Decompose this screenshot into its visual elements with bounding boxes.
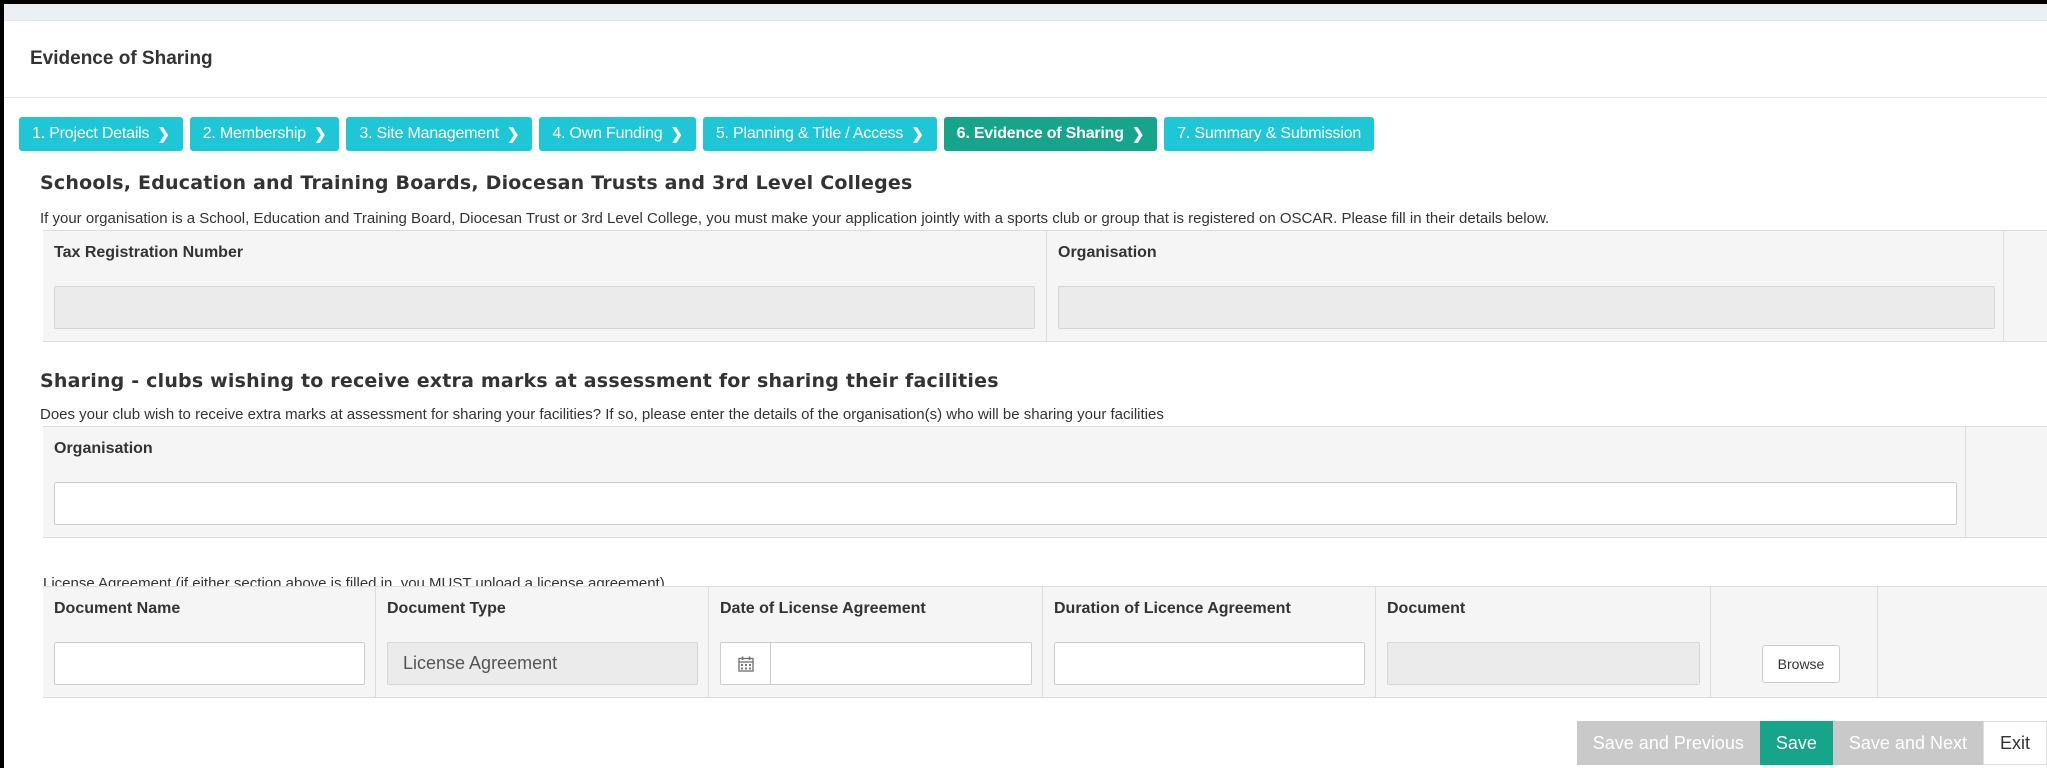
chevron-right-icon: ❯ (911, 126, 924, 143)
column-header: Document (1376, 587, 1711, 631)
save-and-next-button[interactable]: Save and Next (1832, 721, 1983, 765)
schools-organisation-field[interactable] (1058, 286, 1995, 329)
tab-label: 2. Membership (202, 125, 306, 142)
document-file-field (1387, 642, 1700, 685)
sharing-organisation-input[interactable] (54, 482, 1957, 525)
column-header: Organisation (1047, 231, 2004, 275)
column-header: Tax Registration Number (43, 231, 1047, 275)
tab-label: 4. Own Funding (552, 125, 663, 142)
calendar-icon[interactable] (720, 642, 771, 685)
tab-label: 3. Site Management (359, 125, 499, 142)
tax-registration-number-field[interactable] (54, 286, 1035, 329)
tab-label: 1. Project Details (32, 125, 150, 142)
column-header: Organisation (43, 427, 1966, 471)
schools-section-description: If your organisation is a School, Educat… (40, 210, 1550, 227)
tab-planning-title-access[interactable]: 5. Planning & Title / Access ❯ (702, 117, 937, 151)
tab-label: 5. Planning & Title / Access (715, 125, 904, 142)
license-date-input[interactable] (770, 642, 1032, 685)
tab-label: 7. Summary & Submission (1177, 125, 1362, 142)
sharing-section-title: Sharing - clubs wishing to receive extra… (40, 370, 999, 392)
sharing-table-header: Organisation (43, 426, 2047, 472)
exit-button[interactable]: Exit (1982, 721, 2047, 765)
schools-section-title: Schools, Education and Training Boards, … (40, 172, 913, 194)
tab-membership[interactable]: 2. Membership ❯ (189, 117, 340, 151)
save-and-previous-button[interactable]: Save and Previous (1576, 721, 1760, 765)
chevron-right-icon: ❯ (670, 126, 683, 143)
tab-site-management[interactable]: 3. Site Management ❯ (346, 117, 533, 151)
page-title: Evidence of Sharing (30, 48, 213, 69)
column-header: Document Name (43, 587, 376, 631)
page-header: Evidence of Sharing (4, 21, 2047, 98)
tab-label: 6. Evidence of Sharing (956, 125, 1124, 142)
tab-own-funding[interactable]: 4. Own Funding ❯ (539, 117, 696, 151)
sharing-section-description: Does your club wish to receive extra mar… (40, 406, 1164, 423)
column-header (1711, 587, 1878, 631)
column-header: Duration of Licence Agreement (1043, 587, 1376, 631)
tab-evidence-of-sharing[interactable]: 6. Evidence of Sharing ❯ (943, 117, 1158, 151)
tab-project-details[interactable]: 1. Project Details ❯ (19, 117, 183, 151)
column-header: Date of License Agreement (709, 587, 1043, 631)
document-type-field: License Agreement (387, 642, 698, 685)
license-table-header: Document Name Document Type Date of Lice… (43, 586, 2047, 632)
footer-button-bar: Save and Previous Save Save and Next Exi… (1576, 721, 2047, 765)
chevron-right-icon: ❯ (506, 126, 520, 143)
top-strip (4, 4, 2047, 21)
schools-table-header: Tax Registration Number Organisation (43, 230, 2047, 276)
wizard-tabs: 1. Project Details ❯ 2. Membership ❯ 3. … (19, 117, 1375, 151)
document-name-input[interactable] (54, 642, 365, 685)
schools-table-row (43, 275, 2047, 342)
chevron-right-icon: ❯ (313, 126, 327, 143)
license-table-row: License Agreement Browse (43, 631, 2047, 698)
calendar-icon-glyph (737, 656, 754, 672)
sharing-table-row (43, 471, 2047, 538)
browse-button[interactable]: Browse (1762, 645, 1840, 683)
chevron-right-icon: ❯ (157, 126, 170, 143)
page-frame: Evidence of Sharing 1. Project Details ❯… (0, 0, 2047, 768)
license-duration-input[interactable] (1054, 642, 1365, 685)
column-header: Document Type (376, 587, 709, 631)
chevron-right-icon: ❯ (1131, 126, 1145, 143)
tab-summary-submission[interactable]: 7. Summary & Submission (1164, 117, 1375, 151)
save-button[interactable]: Save (1759, 721, 1833, 765)
